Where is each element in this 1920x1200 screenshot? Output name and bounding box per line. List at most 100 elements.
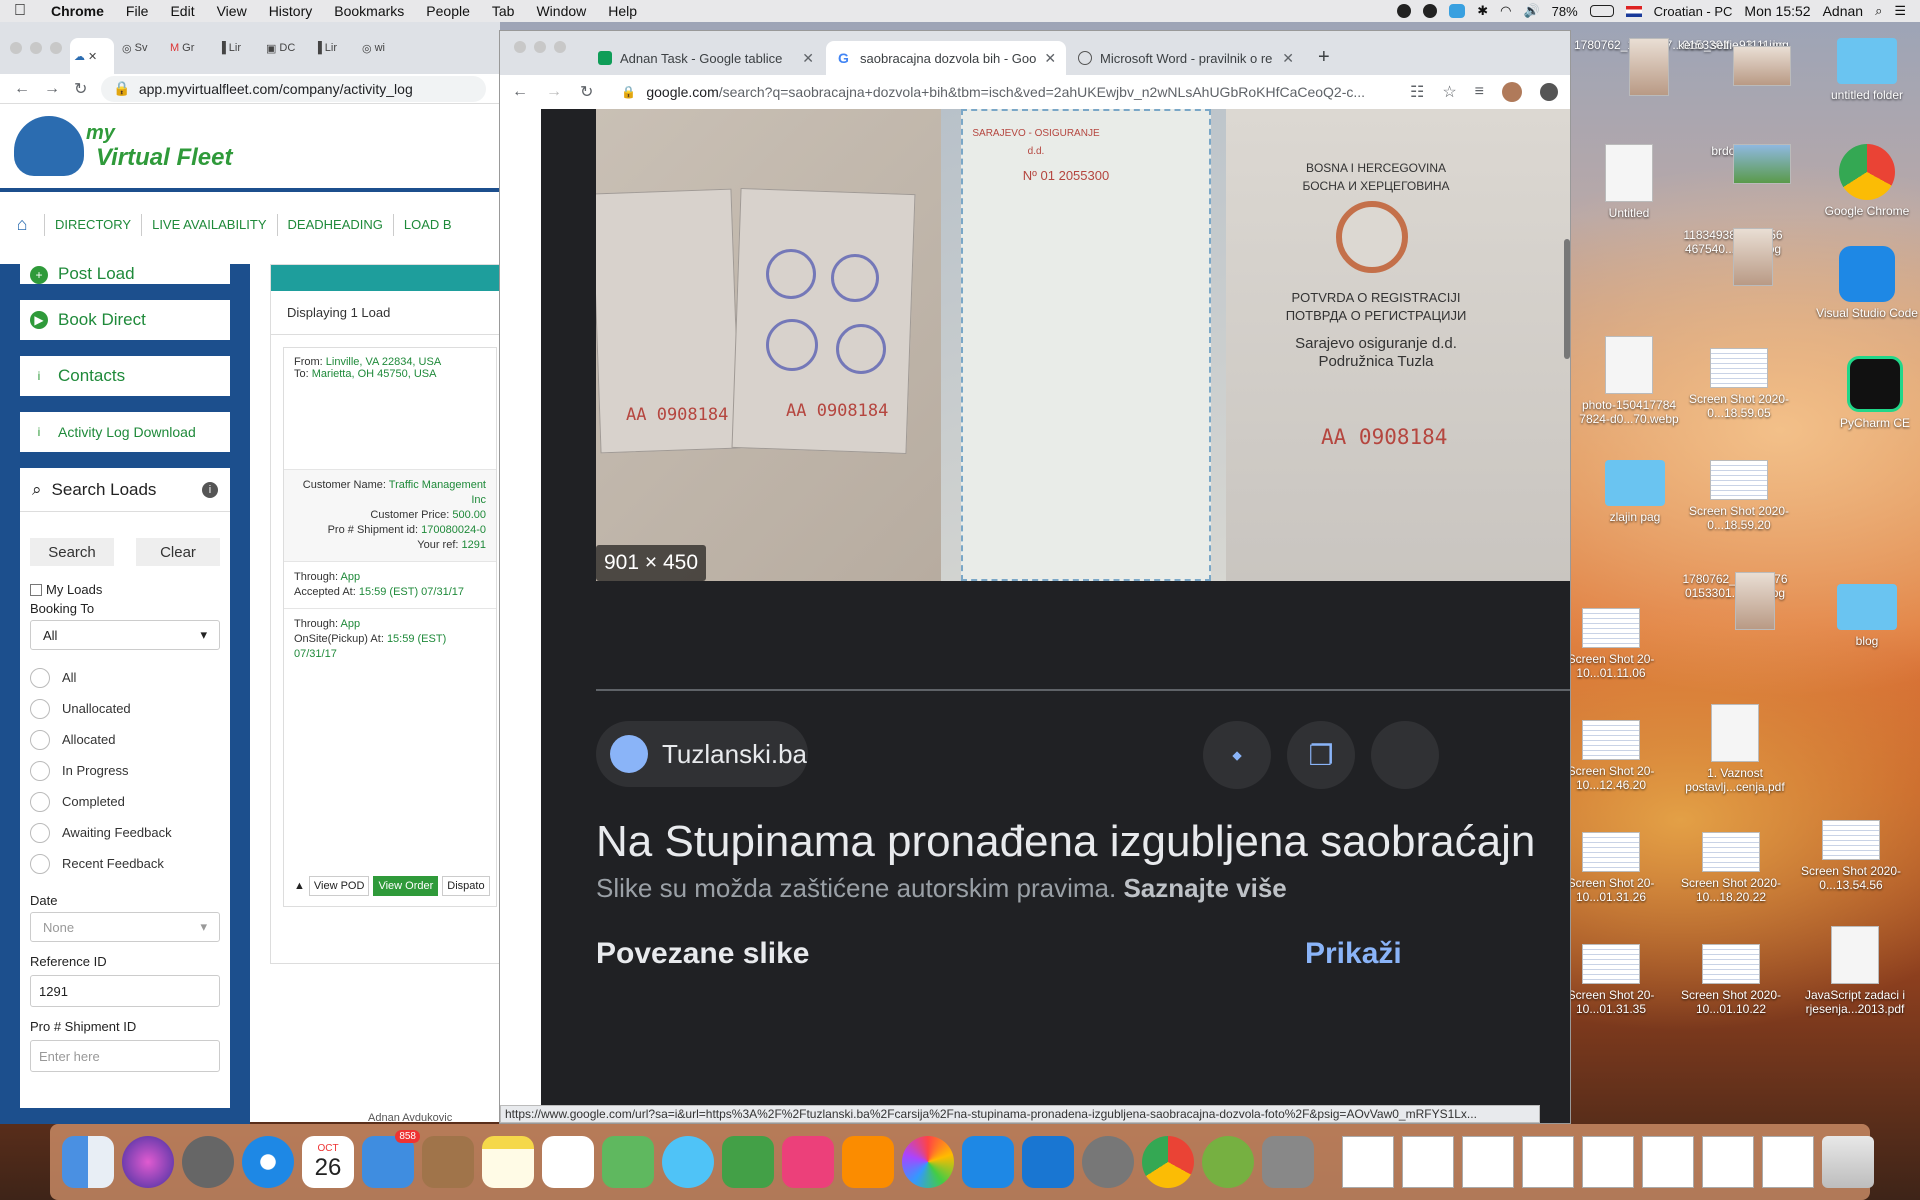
back-tab-2[interactable]: M Gr xyxy=(166,33,210,63)
show-more-link[interactable]: Prikaži xyxy=(1305,937,1402,971)
pro-shipment-id-input[interactable]: Enter here xyxy=(30,1040,220,1072)
close-window-light[interactable] xyxy=(514,41,526,53)
home-icon[interactable]: ⌂ xyxy=(0,214,44,235)
menu-bookmarks[interactable]: Bookmarks xyxy=(323,3,415,19)
viewer-scrollbar[interactable] xyxy=(1564,239,1570,359)
desktop-icon[interactable]: Screen Shot 2020-10...01.10.22 xyxy=(1676,932,1786,1016)
close-window-light[interactable] xyxy=(10,42,22,54)
launchpad-icon[interactable] xyxy=(182,1136,234,1188)
desktop-icon[interactable]: zlajin pag xyxy=(1580,452,1690,524)
menu-file[interactable]: File xyxy=(115,3,160,19)
back-tab-6[interactable]: ◎ wi xyxy=(358,33,402,63)
status-radio-all[interactable]: All xyxy=(30,662,220,693)
utorrent-icon[interactable] xyxy=(1202,1136,1254,1188)
messages-icon[interactable] xyxy=(662,1136,714,1188)
forward-arrow-icon[interactable]: → xyxy=(546,83,562,101)
reload-icon[interactable]: ↻ xyxy=(580,82,593,102)
preview-image[interactable]: AA 0908184 AA 0908184 SARAJEVO - OSIGURA… xyxy=(596,109,1570,581)
back-tab-active[interactable]: ☁ ✕ xyxy=(70,38,114,74)
chrome-icon[interactable] xyxy=(1142,1136,1194,1188)
wifi-icon[interactable]: ◠ xyxy=(1500,3,1511,19)
post-load-button[interactable]: + Post Load xyxy=(20,258,230,284)
user-name[interactable]: Adnan xyxy=(1823,3,1863,19)
desktop-icon[interactable]: Screen Shot 20-10...01.31.26 xyxy=(1556,820,1666,904)
desktop-icon[interactable]: Screen Shot 20-10...01.31.35 xyxy=(1556,932,1666,1016)
booking-to-select[interactable]: All ▾ xyxy=(30,620,220,650)
back-tab-5[interactable]: ▐ Lir xyxy=(310,33,354,63)
new-tab-plus-icon[interactable]: + xyxy=(1318,46,1330,69)
close-tab-icon[interactable]: ✕ xyxy=(1044,50,1056,67)
status-radio-recent-feedback[interactable]: Recent Feedback xyxy=(30,848,220,879)
date-select[interactable]: None ▾ xyxy=(30,912,220,942)
clock[interactable]: Mon 15:52 xyxy=(1744,3,1810,19)
desktop-icon[interactable]: 1780762_1118317...0153301...93_n.jpg xyxy=(1574,38,1785,96)
desktop-icon[interactable]: brdo.jpg xyxy=(1678,144,1791,184)
desktop-icon[interactable]: keno_selfie_1111.jpg xyxy=(1678,38,1791,86)
clear-button[interactable]: Clear xyxy=(136,538,220,566)
bluetooth-icon[interactable]: ✱ xyxy=(1477,3,1488,19)
reading-list-icon[interactable]: ≡ xyxy=(1475,83,1484,101)
nav-directory[interactable]: DIRECTORY xyxy=(44,214,141,236)
desktop-icon[interactable]: Screen Shot 2020-0...18.59.20 xyxy=(1684,448,1794,532)
facetime-icon[interactable] xyxy=(722,1136,774,1188)
desktop-icon[interactable]: PyCharm CE xyxy=(1820,356,1920,430)
automator-icon[interactable] xyxy=(1262,1136,1314,1188)
notes-icon[interactable] xyxy=(482,1136,534,1188)
minimized-window-thumbnail[interactable] xyxy=(1762,1136,1814,1188)
tab-google-sheets[interactable]: Adnan Task - Google tablice ✕ xyxy=(586,41,826,75)
result-title[interactable]: Na Stupinama pronađena izgubljena saobra… xyxy=(596,817,1535,867)
desktop-icon[interactable]: untitled folder xyxy=(1812,30,1920,102)
desktop-icon[interactable]: Google Chrome xyxy=(1812,144,1920,218)
menu-tab[interactable]: Tab xyxy=(481,3,526,19)
view-pod-button[interactable]: View POD xyxy=(308,876,370,896)
tab-google-search[interactable]: Gsaobracajna dozvola bih - Goo ✕ xyxy=(826,41,1066,75)
desktop-icon[interactable]: photo-150417784 7824-d0...70.webp xyxy=(1574,336,1684,426)
desktop-icon[interactable]: JavaScript zadaci i rjesenja...2013.pdf xyxy=(1800,926,1910,1016)
dispatch-button[interactable]: Dispato xyxy=(442,876,490,896)
creative-cloud-icon[interactable] xyxy=(1397,4,1412,18)
battery-icon[interactable] xyxy=(1589,5,1614,17)
menu-view[interactable]: View xyxy=(206,3,258,19)
share-button[interactable]: ⬩ xyxy=(1203,721,1271,789)
desktop-icon[interactable]: blog xyxy=(1812,576,1920,648)
save-bookmark-button[interactable]: ❐ xyxy=(1287,721,1355,789)
minimized-window-thumbnail[interactable] xyxy=(1522,1136,1574,1188)
nav-load-board[interactable]: LOAD B xyxy=(392,214,462,236)
search-button[interactable]: Search xyxy=(30,538,114,566)
desktop-icon[interactable]: Untitled xyxy=(1574,144,1684,220)
desktop-icon[interactable]: Screen Shot 20-10...01.11.06 xyxy=(1556,596,1666,680)
back-address-bar[interactable]: 🔒 app.myvirtualfleet.com/company/activity… xyxy=(101,75,486,102)
my-loads-checkbox[interactable] xyxy=(30,583,42,596)
reminders-icon[interactable] xyxy=(542,1136,594,1188)
truck-logo-icon[interactable] xyxy=(14,116,84,176)
front-address-bar[interactable]: 🔒 google.com/search?q=saobracajna+dozvola… xyxy=(611,79,1392,105)
close-tab-icon[interactable]: ✕ xyxy=(88,50,97,63)
status-radio-completed[interactable]: Completed xyxy=(30,786,220,817)
tab-microsoft-word[interactable]: Microsoft Word - pravilnik o re ✕ xyxy=(1066,41,1306,75)
forward-arrow-icon[interactable]: → xyxy=(44,80,60,98)
spotlight-search-icon[interactable]: ⌕ xyxy=(1875,3,1882,19)
desktop-icon[interactable]: 1. Vaznost postavlj...cenja.pdf xyxy=(1680,704,1790,794)
desktop-icon[interactable]: Screen Shot 20-10...12.46.20 xyxy=(1556,708,1666,792)
zoom-window-light[interactable] xyxy=(50,42,62,54)
volume-icon[interactable]: 🔊 xyxy=(1523,3,1539,19)
translate-icon[interactable]: ☷ xyxy=(1410,82,1424,102)
desktop-icon[interactable]: 1780762_11183176 0153301..._n-1.jpg xyxy=(1680,572,1790,630)
apple-icon[interactable]:  xyxy=(0,2,40,20)
back-tab-4[interactable]: ▣ DC xyxy=(262,33,306,63)
status-radio-allocated[interactable]: Allocated xyxy=(30,724,220,755)
menu-window[interactable]: Window xyxy=(525,3,597,19)
finder-icon[interactable] xyxy=(62,1136,114,1188)
calendar-icon[interactable]: OCT 26 xyxy=(302,1136,354,1188)
desktop-icon[interactable]: 118349385_91756 467540...83_n.jpg xyxy=(1678,228,1788,286)
contacts-button[interactable]: i Contacts xyxy=(20,356,230,396)
view-order-button[interactable]: View Order xyxy=(373,876,439,896)
nav-live-availability[interactable]: LIVE AVAILABILITY xyxy=(141,214,276,236)
reload-icon[interactable]: ↻ xyxy=(74,79,87,99)
status-radio-awaiting-feedback[interactable]: Awaiting Feedback xyxy=(30,817,220,848)
reference-id-input[interactable]: 1291 xyxy=(30,975,220,1007)
learn-more-link[interactable]: Saznajte više xyxy=(1123,873,1286,903)
desktop-icon[interactable]: Visual Studio Code xyxy=(1812,246,1920,320)
minimized-window-thumbnail[interactable] xyxy=(1582,1136,1634,1188)
status-radio-in-progress[interactable]: In Progress xyxy=(30,755,220,786)
